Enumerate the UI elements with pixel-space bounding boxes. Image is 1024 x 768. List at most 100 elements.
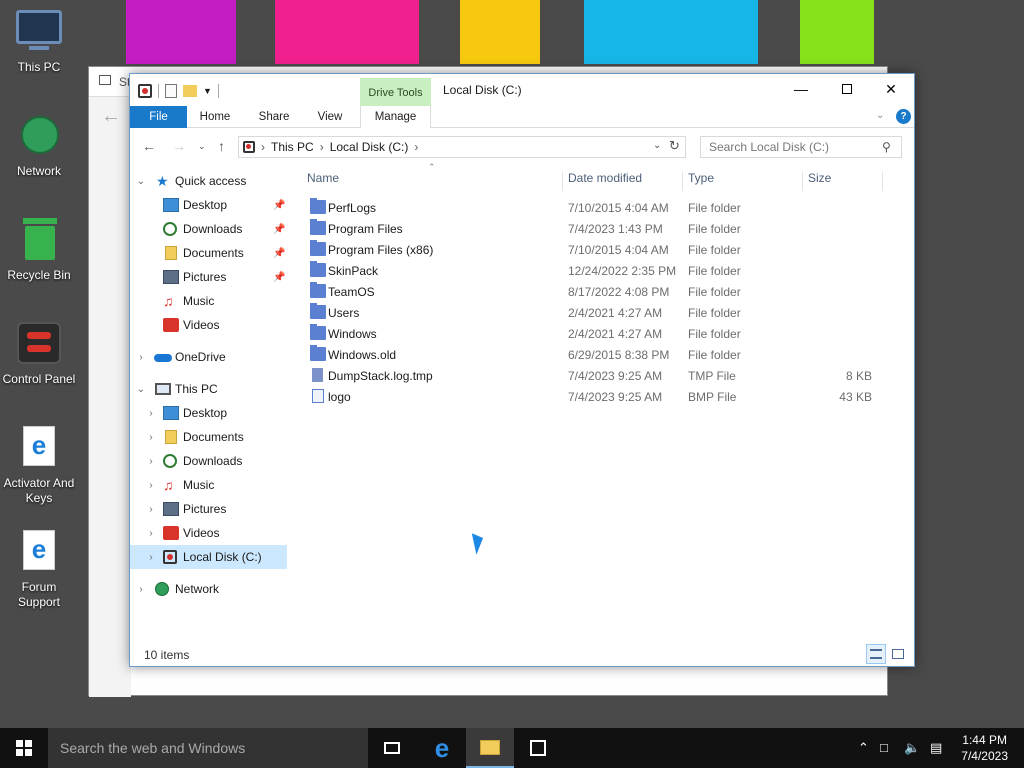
chevron-right-icon[interactable]: › bbox=[146, 528, 156, 539]
chevron-right-icon[interactable]: › bbox=[146, 432, 156, 443]
pin-icon[interactable]: 📌 bbox=[273, 224, 285, 235]
clock[interactable]: 1:44 PM 7/4/2023 bbox=[961, 732, 1008, 764]
chevron-right-icon[interactable]: › bbox=[136, 352, 146, 363]
file-row[interactable]: TeamOS 8/17/2022 4:08 PM File folder bbox=[302, 281, 882, 302]
file-row[interactable]: PerfLogs 7/10/2015 4:04 AM File folder bbox=[302, 197, 882, 218]
column-header-type[interactable]: Type bbox=[688, 171, 714, 191]
start-button[interactable] bbox=[0, 728, 48, 768]
desktop-icon-network[interactable]: Network bbox=[0, 112, 78, 179]
taskbar-store-button[interactable] bbox=[514, 728, 562, 768]
expand-ribbon-icon[interactable]: ⌄ bbox=[876, 110, 884, 121]
back-arrow-icon[interactable]: ← bbox=[101, 105, 121, 128]
task-view-button[interactable] bbox=[368, 728, 416, 768]
chevron-right-icon[interactable]: › bbox=[146, 504, 156, 515]
taskbar-file-explorer-button[interactable] bbox=[466, 728, 514, 768]
refresh-icon[interactable]: ↻ bbox=[669, 138, 680, 154]
column-header-size[interactable]: Size bbox=[808, 171, 831, 191]
breadcrumb-chevron-icon[interactable]: › bbox=[261, 140, 265, 154]
customize-toolbar-icon[interactable]: ▼ bbox=[203, 86, 212, 96]
recent-locations-button[interactable]: ⌄ bbox=[198, 141, 206, 152]
chevron-down-icon[interactable]: ⌄ bbox=[136, 384, 146, 395]
nav-qa-documents[interactable]: Documents 📌 bbox=[130, 241, 287, 265]
breadcrumb-chevron-icon[interactable]: › bbox=[320, 140, 324, 154]
column-divider[interactable] bbox=[802, 171, 803, 191]
minimize-button[interactable]: — bbox=[778, 74, 824, 104]
chevron-down-icon[interactable]: ⌄ bbox=[136, 176, 146, 187]
details-view-button[interactable] bbox=[866, 644, 886, 664]
nav-this-pc[interactable]: ⌄ This PC bbox=[130, 377, 287, 401]
nav-pc-pictures[interactable]: › Pictures bbox=[130, 497, 287, 521]
tab-file[interactable]: File bbox=[130, 106, 187, 128]
up-button[interactable]: ↑ bbox=[218, 138, 225, 154]
column-divider[interactable] bbox=[562, 171, 563, 191]
new-folder-icon[interactable] bbox=[183, 85, 197, 97]
column-header-name[interactable]: Name bbox=[307, 171, 339, 191]
action-center-icon[interactable]: ▤ bbox=[930, 740, 942, 756]
forward-button[interactable]: → bbox=[172, 138, 186, 154]
tab-share[interactable]: Share bbox=[252, 106, 296, 128]
chevron-right-icon[interactable]: › bbox=[146, 456, 156, 467]
tab-view[interactable]: View bbox=[310, 106, 350, 128]
chevron-right-icon[interactable]: › bbox=[146, 408, 156, 419]
nav-qa-downloads[interactable]: Downloads 📌 bbox=[130, 217, 287, 241]
nav-pc-videos[interactable]: › Videos bbox=[130, 521, 287, 545]
breadcrumb-local-disk[interactable]: Local Disk (C:) bbox=[330, 140, 409, 154]
chevron-right-icon[interactable]: › bbox=[146, 552, 156, 563]
help-icon[interactable]: ? bbox=[896, 109, 911, 124]
desktop-icon-control-panel[interactable]: Control Panel bbox=[0, 320, 78, 387]
pin-icon[interactable]: 📌 bbox=[273, 200, 285, 211]
nav-onedrive[interactable]: › OneDrive bbox=[130, 345, 287, 369]
column-divider[interactable] bbox=[882, 171, 883, 191]
search-input[interactable]: Search Local Disk (C:) bbox=[700, 136, 902, 158]
network-icon[interactable]: □ bbox=[880, 740, 888, 755]
nav-qa-pictures[interactable]: Pictures 📌 bbox=[130, 265, 287, 289]
file-row[interactable]: Windows 2/4/2021 4:27 AM File folder bbox=[302, 323, 882, 344]
column-header-date[interactable]: Date modified bbox=[568, 171, 642, 191]
nav-qa-music[interactable]: ♫ Music bbox=[130, 289, 287, 313]
tab-manage[interactable]: Manage bbox=[360, 106, 431, 128]
nav-qa-videos[interactable]: Videos bbox=[130, 313, 287, 337]
address-dropdown-icon[interactable]: ⌄ bbox=[653, 140, 661, 151]
title-bar[interactable]: ▼ Drive Tools Local Disk (C:) — ✕ bbox=[130, 74, 914, 106]
nav-quick-access[interactable]: ⌄ ★ Quick access bbox=[130, 169, 287, 193]
taskbar-search-input[interactable]: Search the web and Windows bbox=[48, 728, 368, 768]
file-row[interactable]: Program Files (x86) 7/10/2015 4:04 AM Fi… bbox=[302, 239, 882, 260]
nav-pc-music[interactable]: › ♫ Music bbox=[130, 473, 287, 497]
volume-muted-icon[interactable]: 🔈 bbox=[904, 740, 920, 756]
large-icons-view-button[interactable] bbox=[888, 644, 908, 664]
show-hidden-icons-button[interactable]: ⌃ bbox=[858, 740, 869, 756]
taskbar-edge-button[interactable]: e bbox=[418, 728, 466, 768]
desktop-icon-recycle-bin[interactable]: Recycle Bin bbox=[0, 216, 78, 283]
file-row[interactable]: Program Files 7/4/2023 1:43 PM File fold… bbox=[302, 218, 882, 239]
search-icon[interactable]: ⚲ bbox=[882, 140, 891, 154]
file-row[interactable]: logo 7/4/2023 9:25 AM BMP File 43 KB bbox=[302, 386, 882, 407]
file-row[interactable]: Windows.old 6/29/2015 8:38 PM File folde… bbox=[302, 344, 882, 365]
desktop-icon-this-pc[interactable]: This PC bbox=[0, 8, 78, 75]
chevron-right-icon[interactable]: › bbox=[146, 480, 156, 491]
back-button[interactable]: ← bbox=[142, 138, 156, 154]
drive-icon bbox=[138, 84, 152, 98]
breadcrumb-this-pc[interactable]: This PC bbox=[271, 140, 314, 154]
close-button[interactable]: ✕ bbox=[868, 74, 914, 104]
nav-pc-documents[interactable]: › Documents bbox=[130, 425, 287, 449]
file-explorer-window[interactable]: ▼ Drive Tools Local Disk (C:) — ✕ File H… bbox=[129, 73, 915, 667]
nav-pc-downloads[interactable]: › Downloads bbox=[130, 449, 287, 473]
maximize-button[interactable] bbox=[824, 74, 870, 104]
address-bar[interactable]: › This PC › Local Disk (C:) › ⌄ ↻ bbox=[238, 136, 686, 158]
nav-qa-desktop[interactable]: Desktop 📌 bbox=[130, 193, 287, 217]
file-row[interactable]: Users 2/4/2021 4:27 AM File folder bbox=[302, 302, 882, 323]
breadcrumb-chevron-icon[interactable]: › bbox=[414, 140, 418, 154]
nav-pc-desktop[interactable]: › Desktop bbox=[130, 401, 287, 425]
column-divider[interactable] bbox=[682, 171, 683, 191]
nav-network[interactable]: › Network bbox=[130, 577, 287, 601]
properties-icon[interactable] bbox=[165, 84, 177, 98]
file-row[interactable]: SkinPack 12/24/2022 2:35 PM File folder bbox=[302, 260, 882, 281]
desktop-icon-activator[interactable]: e Activator And Keys bbox=[0, 424, 78, 506]
file-row[interactable]: DumpStack.log.tmp 7/4/2023 9:25 AM TMP F… bbox=[302, 365, 882, 386]
nav-pc-local-disk[interactable]: › Local Disk (C:) bbox=[130, 545, 287, 569]
tab-home[interactable]: Home bbox=[194, 106, 236, 128]
pin-icon[interactable]: 📌 bbox=[273, 272, 285, 283]
chevron-right-icon[interactable]: › bbox=[136, 584, 146, 595]
desktop-icon-forum-support[interactable]: e Forum Support bbox=[0, 528, 78, 610]
pin-icon[interactable]: 📌 bbox=[273, 248, 285, 259]
